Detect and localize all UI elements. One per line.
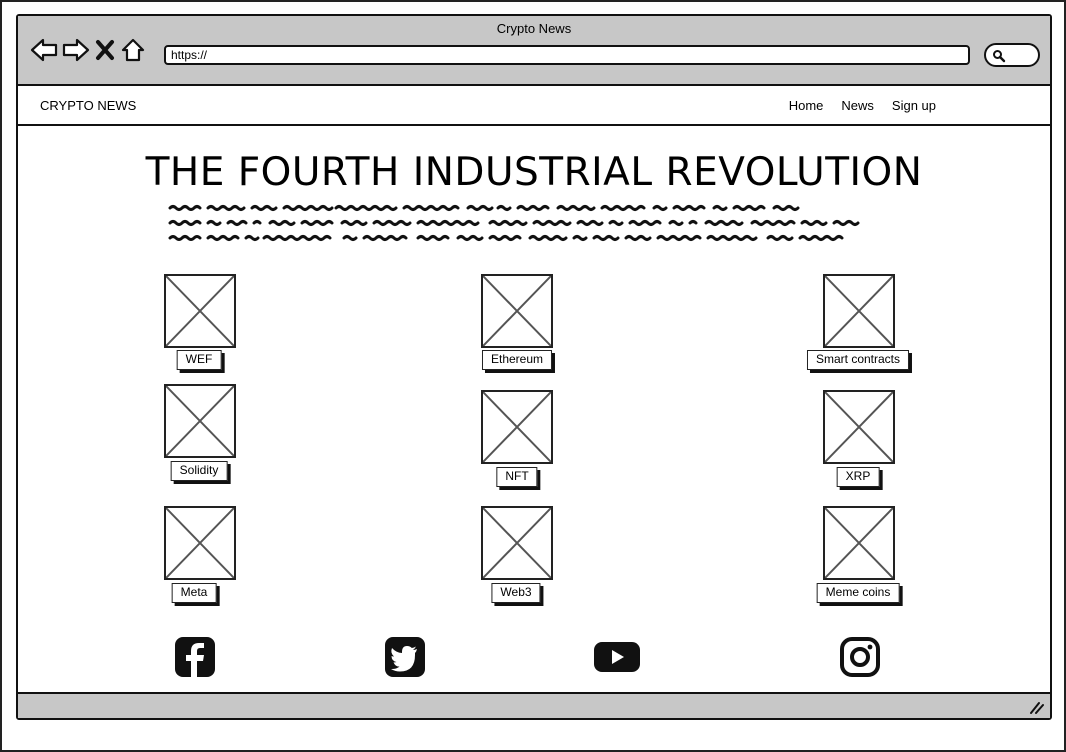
placeholder-text-block	[168, 205, 860, 241]
window-title: Crypto News	[496, 21, 572, 36]
stop-icon[interactable]	[94, 37, 116, 63]
youtube-icon[interactable]	[593, 636, 640, 678]
browser-window: Crypto News https:// CRYPTO NEWS Home Ne…	[16, 14, 1052, 720]
tile-label-ethereum[interactable]: Ethereum	[481, 350, 553, 370]
instagram-icon[interactable]	[839, 636, 881, 678]
browser-nav-buttons	[30, 36, 146, 64]
tile-label-meme-coins[interactable]: Meme coins	[816, 583, 900, 603]
facebook-icon[interactable]	[174, 636, 216, 678]
forward-icon[interactable]	[62, 37, 90, 63]
tile-label-nft[interactable]: NFT	[496, 467, 538, 487]
tile-image-solidity[interactable]	[164, 384, 236, 458]
tile-image-web3[interactable]	[481, 506, 553, 580]
search-button[interactable]	[984, 43, 1040, 67]
home-icon[interactable]	[120, 37, 146, 63]
tile-label-meta[interactable]: Meta	[171, 583, 217, 603]
tile-image-nft[interactable]	[481, 390, 553, 464]
tile-label-wef[interactable]: WEF	[176, 350, 222, 370]
site-nav: Home News Sign up	[789, 98, 936, 113]
search-icon	[993, 50, 1006, 63]
site-header: CRYPTO NEWS Home News Sign up	[18, 86, 1050, 126]
tile-image-smart-contracts[interactable]	[823, 274, 895, 348]
status-bar	[18, 692, 1050, 718]
twitter-icon[interactable]	[384, 636, 426, 678]
tile-label-web3[interactable]: Web3	[491, 583, 541, 603]
site-brand[interactable]: CRYPTO NEWS	[40, 98, 136, 113]
browser-chrome: Crypto News https://	[18, 16, 1050, 86]
tile-image-xrp[interactable]	[823, 390, 895, 464]
tile-label-solidity[interactable]: Solidity	[170, 461, 228, 481]
nav-home-link[interactable]: Home	[789, 98, 824, 113]
resize-grip-icon[interactable]	[1028, 700, 1044, 714]
tile-image-wef[interactable]	[164, 274, 236, 348]
tile-label-smart-contracts[interactable]: Smart contracts	[806, 350, 910, 370]
back-icon[interactable]	[30, 37, 58, 63]
nav-signup-link[interactable]: Sign up	[892, 98, 936, 113]
page-frame: Crypto News https:// CRYPTO NEWS Home Ne…	[0, 0, 1066, 752]
tile-label-xrp[interactable]: XRP	[836, 467, 880, 487]
tile-image-ethereum[interactable]	[481, 274, 553, 348]
nav-news-link[interactable]: News	[841, 98, 874, 113]
address-bar[interactable]: https://	[164, 45, 970, 65]
page-title: THE FOURTH INDUSTRIAL REVOLUTION	[145, 150, 923, 195]
tile-image-meme-coins[interactable]	[823, 506, 895, 580]
tile-image-meta[interactable]	[164, 506, 236, 580]
